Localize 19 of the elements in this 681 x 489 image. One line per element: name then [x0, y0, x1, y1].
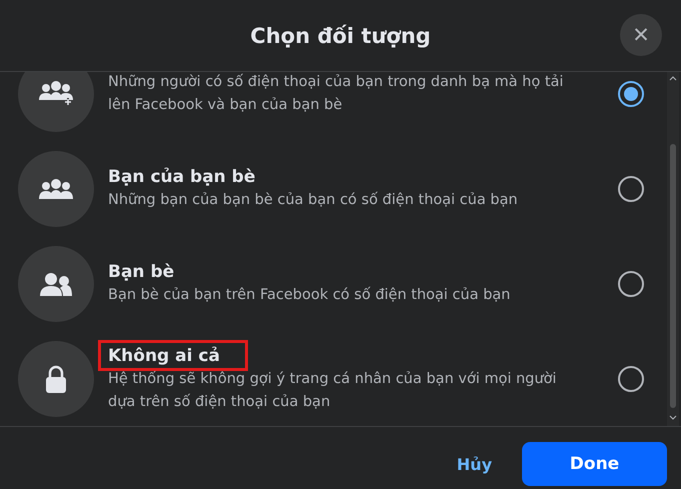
group-icon	[39, 178, 73, 198]
radio-button[interactable]	[618, 80, 644, 106]
lock-icon	[45, 364, 67, 392]
radio-button[interactable]	[618, 270, 644, 296]
option-title: Bạn của bạn bè	[108, 166, 256, 189]
option-description: Bạn bè của bạn trên Facebook có số điện thoại của bạn	[108, 286, 512, 305]
cancel-button[interactable]: Hủy	[452, 450, 496, 478]
done-button[interactable]: Done	[522, 442, 667, 486]
dialog-title: Chọn đối tượng	[250, 24, 431, 48]
option-description: Hệ thống sẽ không gợi ý trang cá nhân của bạn với mọi người dựa trên số điện thoại của bạn	[108, 370, 558, 412]
option-description: Những người có số điện thoại của bạn trong danh bạ mà họ tải lên Facebook và bạn của bạn bè	[108, 72, 564, 114]
option-description: Những bạn của bạn bè của bạn có số điện thoại của bạn	[108, 190, 519, 210]
radio-button[interactable]	[618, 176, 644, 202]
option-title: Bạn bè	[108, 261, 174, 284]
close-button[interactable]: ✕	[620, 14, 662, 56]
option-title: Không ai cả	[108, 344, 220, 368]
group-add-icon	[39, 80, 73, 106]
radio-button[interactable]	[618, 366, 644, 392]
friends-icon	[40, 272, 72, 296]
